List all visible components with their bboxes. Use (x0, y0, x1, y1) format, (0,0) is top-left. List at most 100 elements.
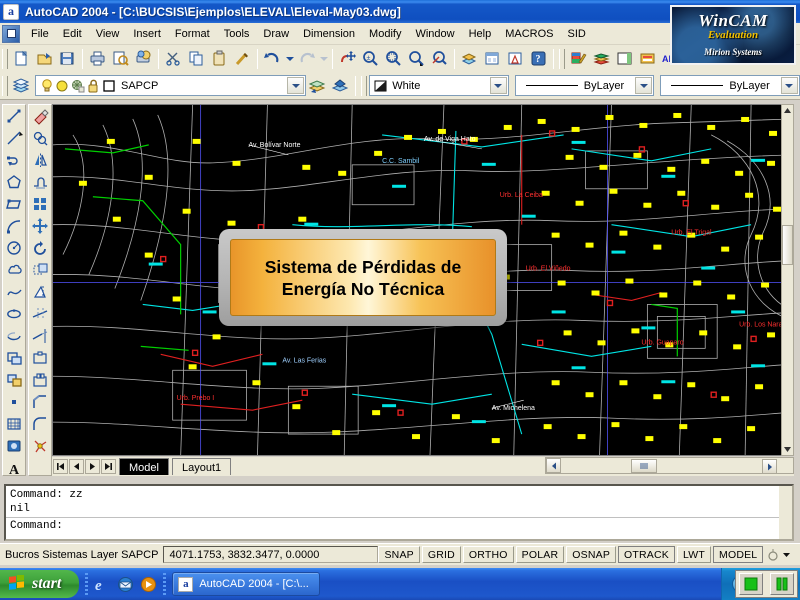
menu-tools[interactable]: Tools (217, 26, 257, 42)
polygon-icon[interactable] (3, 171, 25, 193)
command-prompt[interactable]: Command: (6, 519, 792, 533)
construction-line-icon[interactable] (3, 127, 25, 149)
menu-dimension[interactable]: Dimension (296, 26, 362, 42)
make-block-icon[interactable] (3, 369, 25, 391)
media-player-icon[interactable] (140, 576, 157, 593)
mirror-icon[interactable] (29, 149, 51, 171)
help-icon[interactable]: ? (527, 48, 550, 70)
arc-icon[interactable] (3, 215, 25, 237)
horizontal-scroll-thumb[interactable] (631, 459, 657, 473)
rectangle-icon[interactable] (3, 193, 25, 215)
menu-file[interactable]: File (24, 26, 56, 42)
line-icon[interactable] (3, 105, 25, 127)
designcenter-icon[interactable] (590, 48, 613, 70)
command-window[interactable]: Command: zz nil Command: (4, 484, 794, 541)
document-control-icon[interactable] (2, 25, 20, 43)
move-icon[interactable] (29, 215, 51, 237)
named-views-icon[interactable] (481, 48, 504, 70)
break-at-point-icon[interactable] (29, 347, 51, 369)
command-scrollbar[interactable] (779, 486, 792, 539)
toggle-otrack[interactable]: OTRACK (618, 546, 675, 563)
toolbar-grip[interactable] (2, 76, 8, 96)
ellipse-icon[interactable] (3, 303, 25, 325)
match-properties-icon[interactable] (231, 48, 254, 70)
communication-center-icon[interactable] (765, 548, 780, 562)
make-object-layer-current-icon[interactable] (329, 75, 352, 97)
erase-icon[interactable] (29, 105, 51, 127)
cut-icon[interactable] (162, 48, 185, 70)
color-combo[interactable]: White (369, 75, 509, 96)
menu-macros[interactable]: MACROS (498, 26, 560, 42)
stretch-icon[interactable] (29, 281, 51, 303)
sheetset-icon[interactable] (636, 48, 659, 70)
text-window-icon[interactable] (504, 48, 527, 70)
plot-icon[interactable] (86, 48, 109, 70)
copy-icon[interactable] (185, 48, 208, 70)
menu-help[interactable]: Help (462, 26, 499, 42)
save-icon[interactable] (56, 48, 79, 70)
toggle-polar[interactable]: POLAR (516, 546, 565, 563)
start-button[interactable]: start (0, 570, 79, 598)
zoom-scale-icon[interactable] (428, 48, 451, 70)
toggle-grid[interactable]: GRID (422, 546, 461, 563)
copy-object-icon[interactable] (29, 127, 51, 149)
array-icon[interactable] (29, 193, 51, 215)
coordinates-display[interactable]: 4071.1753, 3832.3477, 0.0000 (163, 546, 378, 563)
zoom-previous-icon[interactable] (405, 48, 428, 70)
publish-icon[interactable] (132, 48, 155, 70)
scroll-left-icon[interactable] (546, 458, 561, 473)
toggle-ortho[interactable]: ORTHO (463, 546, 514, 563)
scale-icon[interactable] (29, 259, 51, 281)
circle-icon[interactable] (3, 237, 25, 259)
last-tab-icon[interactable] (101, 459, 116, 474)
extend-icon[interactable] (29, 325, 51, 347)
pan-realtime-icon[interactable] (336, 48, 359, 70)
lineweight-combo[interactable]: ByLayer (660, 75, 800, 96)
menu-edit[interactable]: Edit (56, 26, 89, 42)
redo-icon[interactable] (295, 48, 318, 70)
region-icon[interactable] (3, 435, 25, 457)
layer-previous-icon[interactable] (306, 75, 329, 97)
text-icon[interactable]: A (3, 457, 25, 479)
toolbar-grip[interactable] (559, 49, 565, 69)
spline-icon[interactable] (3, 281, 25, 303)
revision-cloud-icon[interactable] (3, 259, 25, 281)
plot-preview-icon[interactable] (109, 48, 132, 70)
next-tab-icon[interactable] (85, 459, 100, 474)
scroll-up-icon[interactable] (782, 105, 793, 116)
taskbar-item-autocad[interactable]: a AutoCAD 2004 - [C:\... (172, 572, 319, 596)
chamfer-icon[interactable] (29, 391, 51, 413)
polyline-icon[interactable] (3, 149, 25, 171)
canvas-vertical-scrollbar[interactable] (781, 104, 794, 456)
point-icon[interactable] (3, 391, 25, 413)
chevron-down-icon[interactable] (781, 550, 792, 559)
insert-block-icon[interactable] (3, 347, 25, 369)
toolpalettes-icon[interactable] (613, 48, 636, 70)
zoom-realtime-icon[interactable]: ± (359, 48, 382, 70)
paste-icon[interactable] (208, 48, 231, 70)
outlook-express-icon[interactable] (117, 576, 134, 593)
rotate-icon[interactable] (29, 237, 51, 259)
toggle-osnap[interactable]: OSNAP (566, 546, 616, 563)
layer-dropdown-arrow[interactable] (287, 77, 304, 94)
ellipse-arc-icon[interactable] (3, 325, 25, 347)
properties-icon[interactable] (567, 48, 590, 70)
new-icon[interactable] (10, 48, 33, 70)
break-icon[interactable] (29, 369, 51, 391)
layer-combo[interactable]: SAPCP (35, 75, 306, 96)
scroll-right-icon[interactable] (762, 459, 777, 474)
redo-dropdown-icon[interactable] (318, 48, 329, 70)
pause-icon[interactable] (770, 573, 794, 595)
menu-view[interactable]: View (89, 26, 127, 42)
toggle-model[interactable]: MODEL (713, 546, 763, 563)
menu-sid[interactable]: SID (560, 26, 592, 42)
explode-icon[interactable] (29, 435, 51, 457)
canvas-horizontal-scrollbar[interactable] (545, 457, 794, 474)
toolbar-grip[interactable] (2, 49, 8, 69)
toolbar-grip[interactable] (361, 76, 367, 96)
internet-explorer-icon[interactable]: e (94, 576, 111, 593)
scroll-down-icon[interactable] (782, 444, 793, 455)
menu-modify[interactable]: Modify (362, 26, 408, 42)
first-tab-icon[interactable] (53, 459, 68, 474)
trim-icon[interactable] (29, 303, 51, 325)
